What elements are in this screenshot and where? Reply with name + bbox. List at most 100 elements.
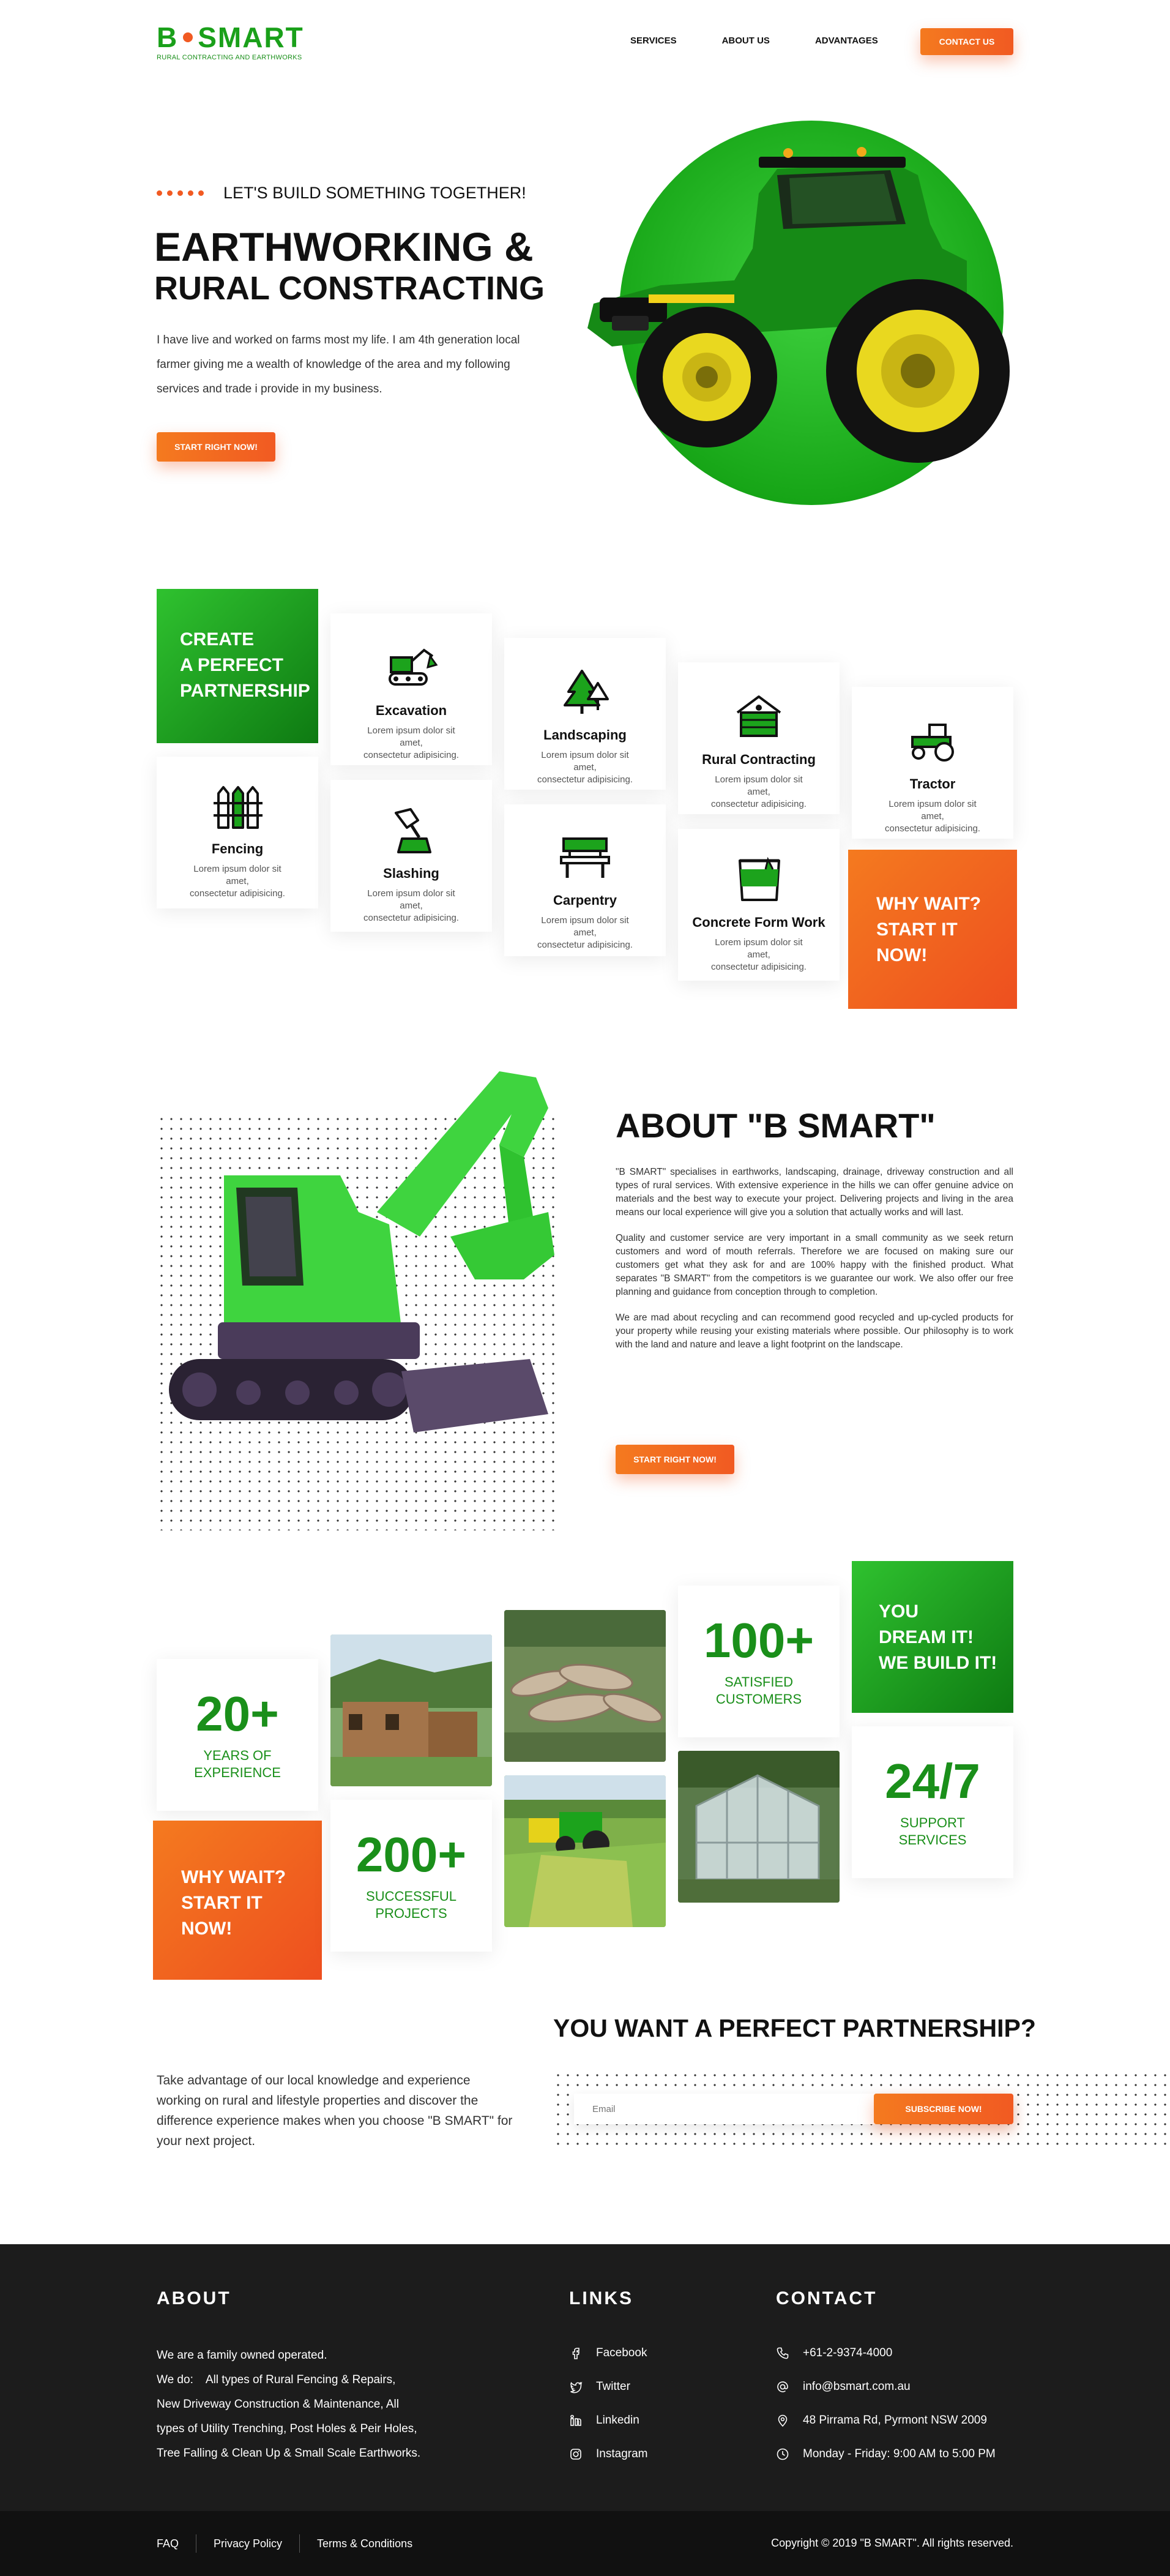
nav-services[interactable]: SERVICES bbox=[630, 36, 677, 46]
service-card-rural-contracting[interactable]: Rural Contracting Lorem ipsum dolor sit … bbox=[678, 662, 840, 814]
subscribe-form: SUBSCRIBE NOW! bbox=[574, 2094, 1013, 2124]
why-wait-line2: START IT bbox=[181, 1893, 263, 1913]
hero-eyebrow-text: LET'S BUILD SOMETHING TOGETHER! bbox=[223, 184, 526, 202]
service-card-fencing[interactable]: Fencing Lorem ipsum dolor sit amet, conse… bbox=[157, 757, 318, 908]
service-title: Excavation bbox=[375, 703, 447, 718]
instagram-icon bbox=[570, 2448, 581, 2460]
service-title: Slashing bbox=[383, 866, 439, 881]
footer-about-line: New Driveway Construction & Maintenance,… bbox=[157, 2398, 400, 2411]
footer-bottom-links: FAQ Privacy Policy Terms & Conditions bbox=[157, 2534, 412, 2553]
footer-link-label: Twitter bbox=[596, 2379, 630, 2393]
logo-word: SMART bbox=[198, 21, 304, 53]
service-title: Landscaping bbox=[543, 727, 627, 743]
service-desc: Lorem ipsum dolor sit amet, consectetur a… bbox=[711, 937, 807, 972]
footer: ABOUT We are a family owned operated. We… bbox=[0, 2244, 1170, 2511]
orange-dots-icon bbox=[157, 190, 204, 196]
bucket-icon bbox=[739, 856, 780, 901]
nav-about-us[interactable]: ABOUT US bbox=[722, 36, 770, 46]
create-partnership-line1: CREATE bbox=[180, 629, 255, 650]
about-title: ABOUT "B SMART" bbox=[616, 1106, 936, 1145]
stat-projects-label: SUCCESSFUL PROJECTS bbox=[366, 1889, 456, 1921]
footer-link-label: Facebook bbox=[596, 2346, 647, 2359]
stat-support: 24/7 SUPPORT SERVICES bbox=[852, 1726, 1013, 1878]
bench-icon bbox=[560, 837, 610, 878]
project-photo-greenhouse bbox=[678, 1751, 840, 1903]
create-partnership-line2: A PERFECT bbox=[180, 655, 283, 675]
why-wait-box-2[interactable]: WHY WAIT? START IT NOW! bbox=[153, 1821, 322, 1980]
excavator-icon bbox=[389, 648, 438, 686]
stat-years-label: YEARS OF EXPERIENCE bbox=[194, 1748, 281, 1780]
hero-title: EARTHWORKING & RURAL CONSTRACTING bbox=[154, 224, 545, 307]
contact-us-button[interactable]: CONTACT US bbox=[920, 28, 1013, 55]
footer-about-line: We are a family owned operated. bbox=[157, 2349, 327, 2362]
footer-links: Facebook Twitter Linkedin Instagram bbox=[569, 2336, 647, 2471]
stat-customers-num: 100+ bbox=[703, 1613, 814, 1668]
create-partnership-line3: PARTNERSHIP bbox=[180, 681, 310, 701]
hero-cta-button[interactable]: START RIGHT NOW! bbox=[157, 432, 275, 462]
main-nav: SERVICES ABOUT US ADVANTAGES bbox=[630, 36, 878, 46]
subscribe-button[interactable]: SUBSCRIBE NOW! bbox=[874, 2094, 1013, 2124]
footer-link-linkedin[interactable]: Linkedin bbox=[569, 2403, 647, 2437]
why-wait-line2: START IT bbox=[876, 919, 958, 940]
tractor-icon bbox=[911, 724, 954, 762]
hero-title-line2: RURAL CONSTRACTING bbox=[154, 270, 545, 307]
service-card-tractor[interactable]: Tractor Lorem ipsum dolor sit amet, conse… bbox=[852, 687, 1013, 839]
create-partnership-box: CREATE A PERFECT PARTNERSHIP bbox=[157, 589, 318, 743]
stat-customers-label: SATISFIED CUSTOMERS bbox=[715, 1674, 802, 1707]
hero-body: I have live and worked on farms most my … bbox=[157, 334, 520, 395]
about-cta-button[interactable]: START RIGHT NOW! bbox=[616, 1445, 734, 1474]
log-cabin-icon bbox=[736, 695, 781, 737]
service-desc: Lorem ipsum dolor sit amet, consectetur a… bbox=[363, 725, 459, 760]
email-input[interactable] bbox=[574, 2094, 874, 2124]
partnership-title: YOU WANT A PERFECT PARTNERSHIP? bbox=[553, 2014, 1036, 2042]
stat-projects-num: 200+ bbox=[356, 1827, 467, 1882]
service-desc: Lorem ipsum dolor sit amet, consectetur a… bbox=[711, 774, 807, 809]
service-title: Fencing bbox=[211, 841, 264, 856]
service-title: Concrete Form Work bbox=[692, 915, 825, 930]
footer-bottom-bar: FAQ Privacy Policy Terms & Conditions Co… bbox=[0, 2511, 1170, 2576]
footer-about-line: We do: All types of Rural Fencing & Repa… bbox=[157, 2373, 396, 2386]
service-desc: Lorem ipsum dolor sit amet, consectetur a… bbox=[537, 915, 633, 950]
why-wait-box[interactable]: WHY WAIT? START IT NOW! bbox=[848, 850, 1017, 1009]
project-photo-tractor-field bbox=[504, 1775, 666, 1927]
contact-hours: Monday - Friday: 9:00 AM to 5:00 PM bbox=[776, 2437, 996, 2471]
service-card-carpentry[interactable]: Carpentry Lorem ipsum dolor sit amet, con… bbox=[504, 804, 666, 956]
contact-email[interactable]: info@bsmart.com.au bbox=[776, 2370, 996, 2403]
service-desc: Lorem ipsum dolor sit amet, consectetur a… bbox=[363, 888, 459, 923]
nav-advantages[interactable]: ADVANTAGES bbox=[815, 36, 878, 46]
contact-phone[interactable]: +61-2-9374-4000 bbox=[776, 2336, 996, 2370]
stat-years-num: 20+ bbox=[196, 1687, 279, 1741]
hero-title-line1: EARTHWORKING & bbox=[154, 224, 534, 269]
service-card-landscaping[interactable]: Landscaping Lorem ipsum dolor sit amet, c… bbox=[504, 638, 666, 790]
footer-link-instagram[interactable]: Instagram bbox=[569, 2437, 647, 2471]
logo-dot-icon bbox=[183, 32, 193, 42]
service-desc: Lorem ipsum dolor sit amet, consectetur a… bbox=[537, 750, 633, 785]
project-photo-logs bbox=[504, 1610, 666, 1762]
why-wait-line3: NOW! bbox=[181, 1919, 233, 1939]
trees-icon bbox=[564, 670, 609, 714]
service-card-concrete-form-work[interactable]: Concrete Form Work Lorem ipsum dolor sit… bbox=[678, 829, 840, 981]
footer-link-facebook[interactable]: Facebook bbox=[569, 2336, 647, 2370]
stat-support-label: SUPPORT SERVICES bbox=[898, 1815, 967, 1848]
footer-link-terms[interactable]: Terms & Conditions bbox=[317, 2537, 412, 2550]
stat-support-num: 24/7 bbox=[885, 1754, 980, 1808]
footer-link-twitter[interactable]: Twitter bbox=[569, 2370, 647, 2403]
linkedin-icon bbox=[570, 2414, 581, 2426]
copyright: Copyright © 2019 "B SMART". All rights r… bbox=[771, 2537, 1013, 2549]
service-title: Carpentry bbox=[553, 893, 617, 908]
why-wait-line1: WHY WAIT? bbox=[181, 1867, 286, 1887]
service-card-excavation[interactable]: Excavation Lorem ipsum dolor sit amet, co… bbox=[330, 613, 492, 765]
contact-address-text: 48 Pirrama Rd, Pyrmont NSW 2009 bbox=[803, 2413, 987, 2427]
logo-letter: B bbox=[157, 21, 179, 53]
service-card-slashing[interactable]: Slashing Lorem ipsum dolor sit amet, cons… bbox=[330, 780, 492, 932]
footer-about-line: Tree Falling & Clean Up & Small Scale Ea… bbox=[157, 2447, 421, 2460]
hero-eyebrow: LET'S BUILD SOMETHING TOGETHER! bbox=[157, 184, 526, 203]
logo[interactable]: B SMART RURAL CONTRACTING AND EARTHWORKS bbox=[157, 23, 316, 66]
project-photo-house bbox=[330, 1634, 492, 1786]
about-paragraph-1: "B SMART" specialises in earthworks, lan… bbox=[616, 1167, 1013, 1218]
contact-email-text: info@bsmart.com.au bbox=[803, 2379, 911, 2393]
footer-link-faq[interactable]: FAQ bbox=[157, 2537, 179, 2550]
footer-links-heading: LINKS bbox=[569, 2288, 633, 2308]
footer-link-privacy[interactable]: Privacy Policy bbox=[214, 2537, 282, 2550]
footer-about-text: We are a family owned operated. We do: A… bbox=[157, 2343, 420, 2466]
